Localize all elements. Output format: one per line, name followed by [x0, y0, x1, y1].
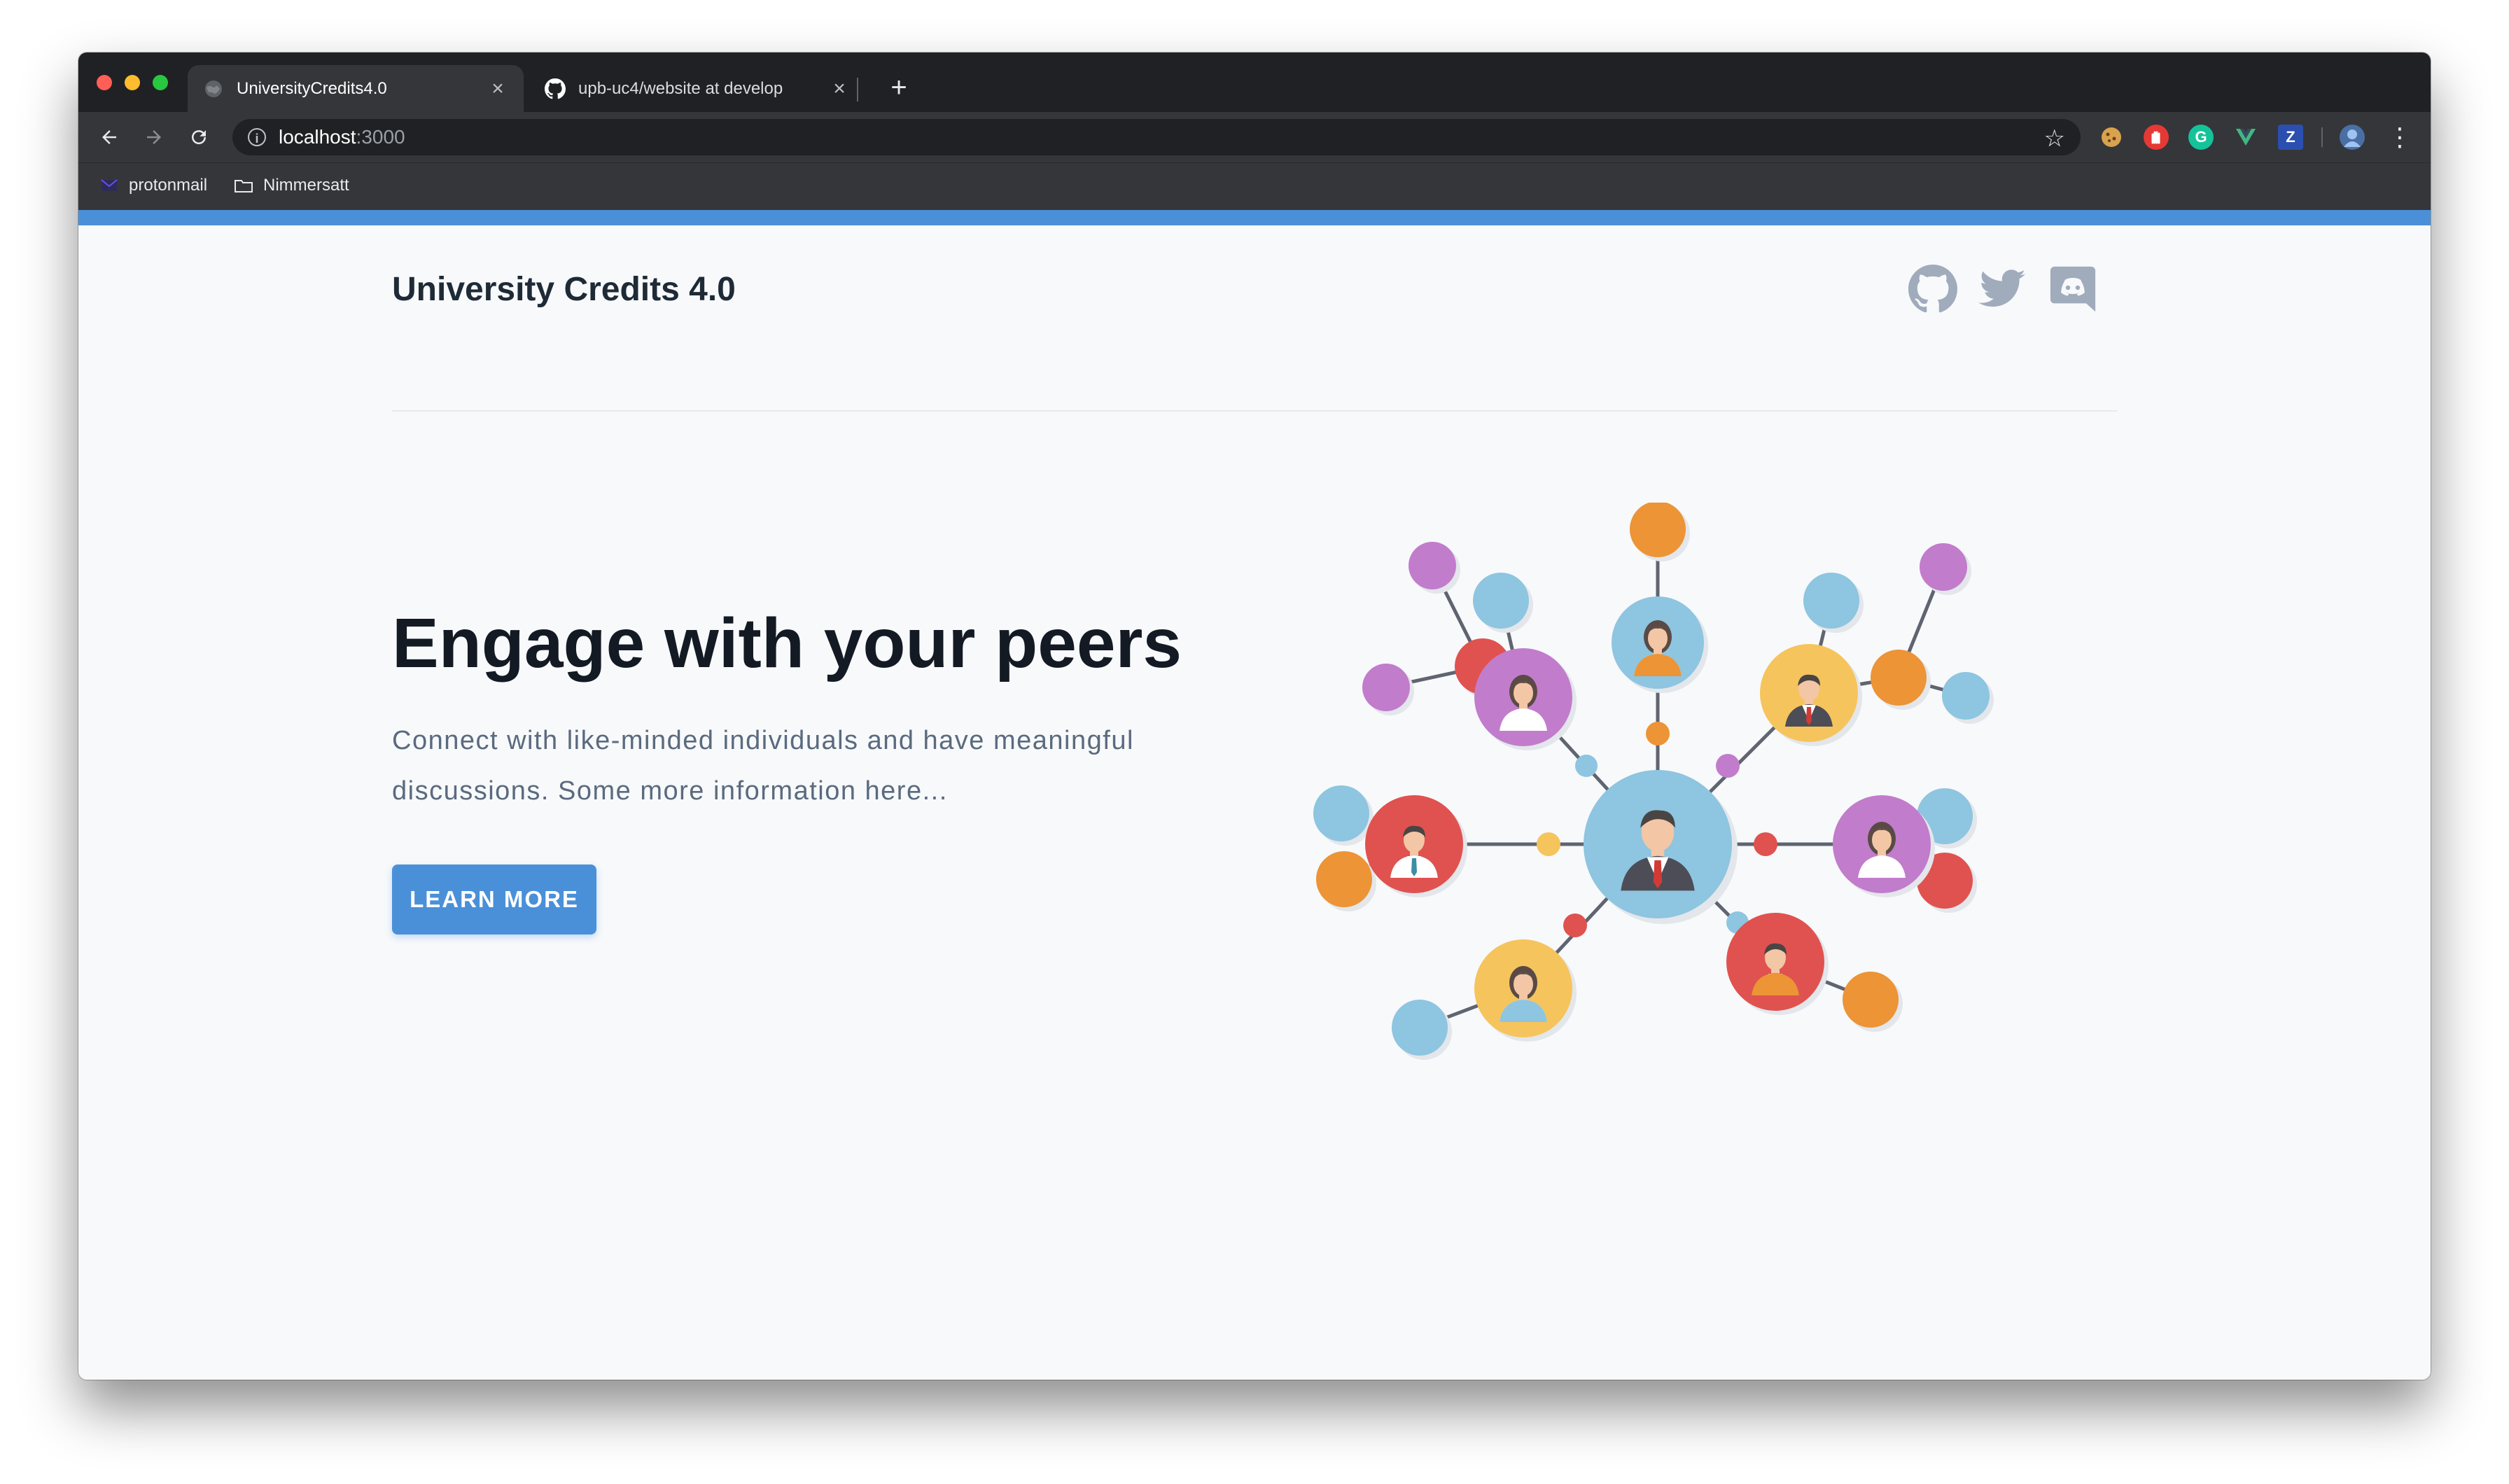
- tab-title: UniversityCredits4.0: [237, 78, 387, 98]
- browser-toolbar: i localhost:3000 ☆ G Z ⋮: [78, 112, 2431, 162]
- header-divider: [392, 410, 2117, 412]
- hero-title: Engage with your peers: [392, 604, 1182, 682]
- folder-icon: [235, 180, 253, 192]
- accent-bar: [78, 210, 2431, 225]
- new-tab-button[interactable]: +: [879, 68, 918, 107]
- globe-icon: [205, 80, 222, 97]
- person-node-bottom-left: [1474, 939, 1577, 1042]
- bookmark-label: protonmail: [129, 176, 208, 195]
- learn-more-button[interactable]: LEARN MORE: [392, 864, 596, 934]
- bookmark-star-icon[interactable]: ☆: [2044, 125, 2065, 153]
- hero-subtitle: Connect with like-minded individuals and…: [392, 726, 1134, 806]
- twitter-icon[interactable]: [1978, 265, 2027, 314]
- browser-window: UniversityCredits4.0 × upb-uc4/website a…: [78, 52, 2431, 1380]
- person-node-top: [1612, 596, 1708, 693]
- tab-separator: [857, 78, 858, 102]
- person-node-left: [1365, 795, 1467, 897]
- page-content: University Credits 4.0 Engage with your …: [78, 225, 2431, 1380]
- forward-button[interactable]: [137, 120, 171, 154]
- person-node-top-left: [1474, 648, 1577, 750]
- info-icon[interactable]: i: [248, 128, 266, 146]
- address-bar[interactable]: i localhost:3000 ☆: [232, 119, 2081, 155]
- browser-menu-icon[interactable]: ⋮: [2387, 120, 2412, 154]
- bookmark-protonmail[interactable]: protonmail: [99, 176, 207, 195]
- tab-title: upb-uc4/website at develop: [578, 78, 783, 98]
- arrow-left-icon: [102, 130, 116, 144]
- minimize-window-button[interactable]: [125, 75, 140, 90]
- grammarly-extension-icon[interactable]: G: [2188, 125, 2214, 150]
- vue-devtools-extension-icon[interactable]: [2233, 125, 2258, 150]
- github-icon: [545, 78, 566, 99]
- tab-universitycredits[interactable]: UniversityCredits4.0 ×: [188, 65, 524, 112]
- address-host: localhost: [279, 126, 356, 148]
- reload-icon: [192, 130, 206, 144]
- site-brand[interactable]: University Credits 4.0: [392, 270, 736, 309]
- address-port: :3000: [356, 126, 405, 148]
- back-button[interactable]: [92, 120, 126, 154]
- person-node-top-right: [1760, 644, 1862, 746]
- close-window-button[interactable]: [97, 75, 112, 90]
- profile-avatar-icon[interactable]: [2340, 125, 2365, 150]
- toolbar-separator: [2321, 127, 2323, 147]
- github-icon[interactable]: [1908, 265, 1957, 314]
- reload-button[interactable]: [182, 120, 216, 154]
- adblock-extension-icon[interactable]: [2144, 125, 2169, 150]
- close-tab-icon[interactable]: ×: [829, 77, 850, 101]
- cookie-extension-icon[interactable]: [2099, 125, 2124, 150]
- close-tab-icon[interactable]: ×: [487, 77, 508, 101]
- bookmark-label: Nimmersatt: [263, 176, 349, 195]
- arrow-right-icon: [147, 130, 161, 144]
- tab-github-develop[interactable]: upb-uc4/website at develop ×: [529, 65, 865, 112]
- zotero-extension-icon[interactable]: Z: [2278, 125, 2303, 150]
- people-network-illustration: [1313, 503, 1994, 1060]
- bookmarks-bar: protonmail Nimmersatt: [78, 162, 2431, 211]
- protonmail-icon: [101, 179, 118, 191]
- tab-strip: UniversityCredits4.0 × upb-uc4/website a…: [78, 52, 2431, 112]
- person-node-bottom-right: [1726, 913, 1829, 1015]
- bookmark-nimmersatt[interactable]: Nimmersatt: [234, 176, 349, 195]
- discord-icon[interactable]: [2048, 265, 2097, 314]
- maximize-window-button[interactable]: [153, 75, 168, 90]
